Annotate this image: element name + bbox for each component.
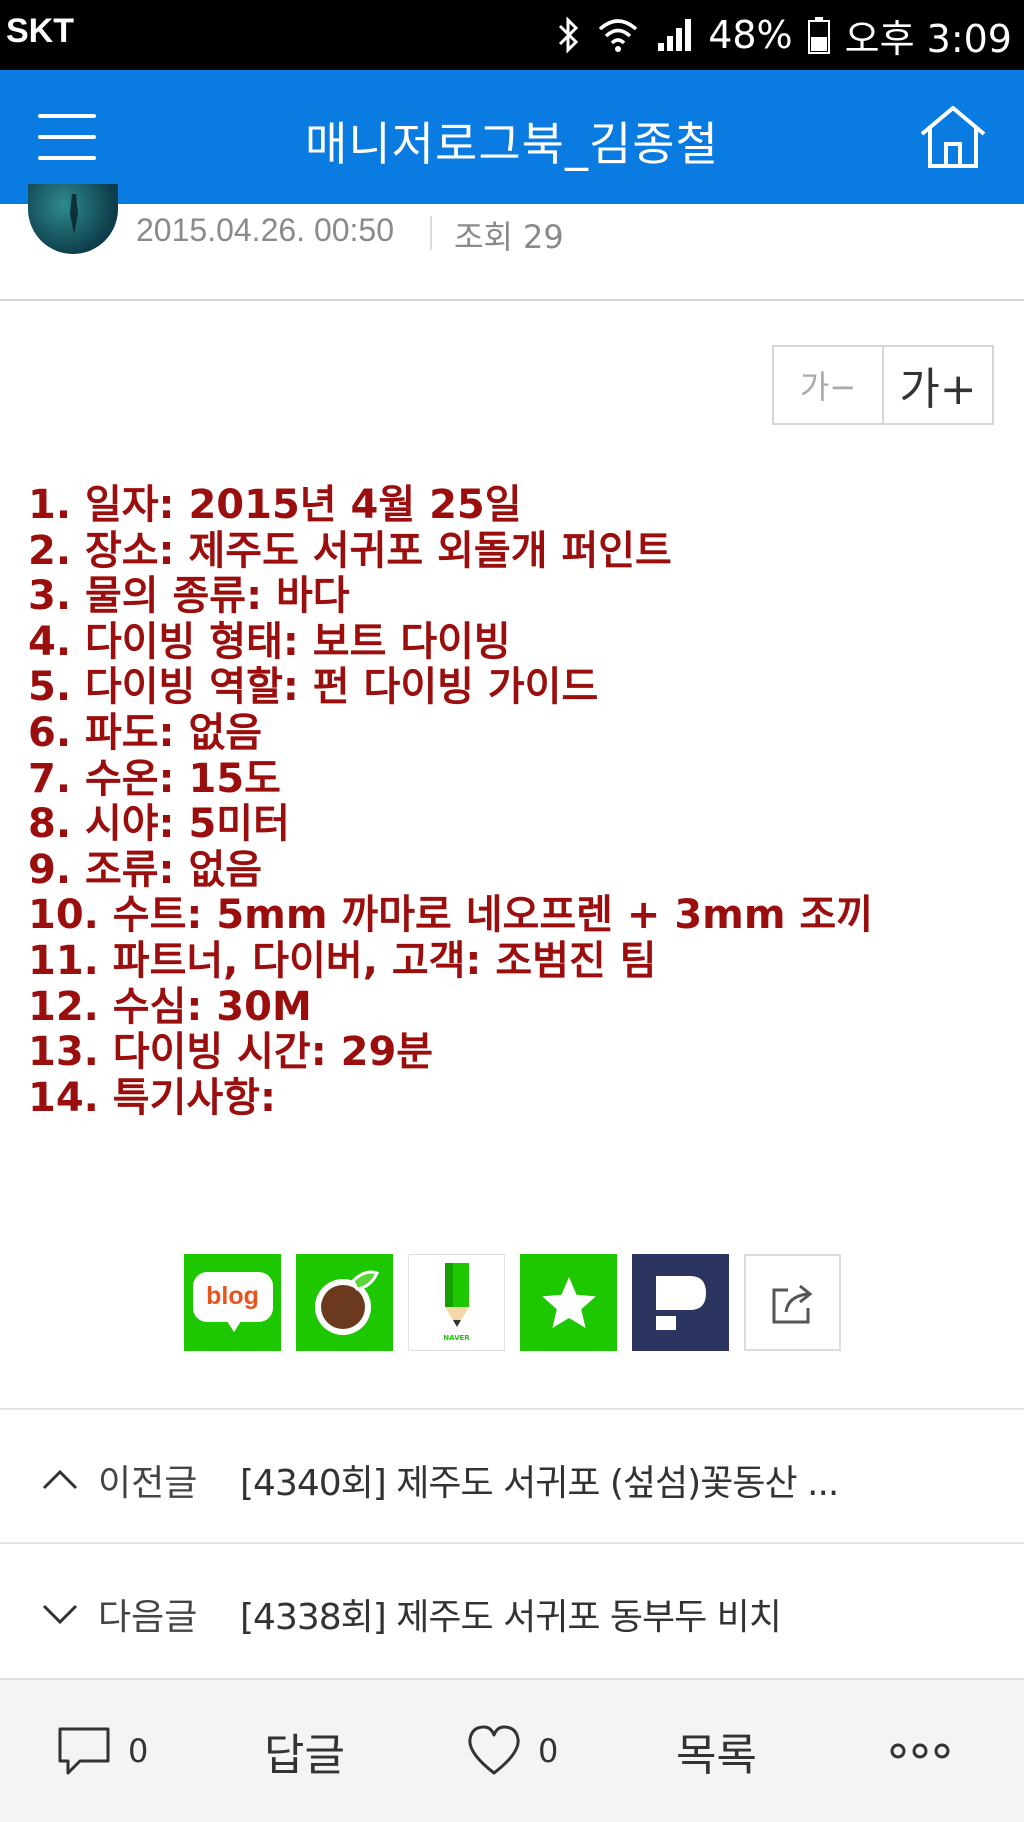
next-post-row[interactable]: 다음글 [4338회] 제주도 서귀포 동부두 비치	[0, 1542, 1024, 1680]
like-count: 0	[538, 1732, 559, 1770]
log-line: 13. 다이빙 시간: 29분	[28, 1029, 434, 1076]
share-bar: blog NAVER	[184, 1254, 841, 1351]
comment-icon	[58, 1727, 110, 1775]
next-post-title[interactable]: [4338회] 제주도 서귀포 동부두 비치	[240, 1588, 782, 1640]
prev-post-row[interactable]: 이전글 [4340회] 제주도 서귀포 (섶섬)꽃동산 ...	[0, 1408, 1024, 1544]
naver-post-icon	[655, 1275, 706, 1330]
list-button[interactable]: 목록	[676, 1680, 757, 1822]
post-meta: 2015.04.26. 00:50 조회 29	[0, 184, 1024, 301]
font-increase-button[interactable]: 가+	[884, 347, 992, 423]
share-bookmark-button[interactable]	[520, 1254, 617, 1351]
chevron-down-icon	[42, 1604, 78, 1625]
naver-label: NAVER	[443, 1334, 470, 1342]
star-icon	[541, 1276, 596, 1328]
log-line: 2. 장소: 제주도 서귀포 외돌개 퍼인트	[28, 527, 672, 574]
share-cafe-button[interactable]	[296, 1254, 393, 1351]
log-line: 8. 시야: 5미터	[28, 801, 290, 848]
log-line: 6. 파도: 없음	[28, 709, 263, 756]
more-dots-icon	[890, 1743, 950, 1759]
blog-icon: blog	[192, 1271, 273, 1334]
post-body: 1. 일자: 2015년 4월 25일 2. 장소: 제주도 서귀포 외돌개 퍼…	[28, 482, 1008, 1121]
log-line: 10. 수트: 5mm 까마로 네오프렌 + 3mm 조끼	[28, 892, 874, 939]
font-decrease-button[interactable]: 가−	[774, 347, 884, 423]
log-line: 1. 일자: 2015년 4월 25일	[28, 482, 522, 528]
wifi-icon	[599, 19, 638, 52]
author-avatar[interactable]	[28, 184, 118, 254]
log-line: 12. 수심: 30M	[28, 983, 312, 1030]
status-bar: SKT 48% 오후 3:09	[0, 0, 1024, 70]
pencil-icon	[444, 1262, 469, 1327]
battery-percent: 48%	[708, 13, 793, 57]
log-line: 4. 다이빙 형태: 보트 다이빙	[28, 618, 511, 665]
log-line: 5. 다이빙 역할: 펀 다이빙 가이드	[28, 664, 599, 711]
log-line: 9. 조류: 없음	[28, 846, 263, 893]
home-icon[interactable]	[916, 100, 990, 174]
reply-button[interactable]: 답글	[264, 1680, 345, 1822]
font-size-control: 가− 가+	[772, 345, 994, 425]
clock: 오후 3:09	[844, 16, 1012, 61]
view-count: 조회 29	[454, 218, 564, 256]
battery-icon	[807, 17, 830, 54]
log-line: 11. 파트너, 다이버, 고객: 조범진 팀	[28, 937, 657, 984]
blog-label: blog	[206, 1282, 259, 1310]
post-date: 2015.04.26. 00:50	[136, 212, 395, 248]
heart-icon	[468, 1725, 520, 1775]
share-memo-button[interactable]: NAVER	[408, 1254, 505, 1351]
share-out-icon	[772, 1284, 812, 1323]
comment-count: 0	[128, 1732, 149, 1770]
signal-icon	[658, 19, 692, 51]
cafe-cup-icon	[314, 1270, 379, 1335]
share-more-button[interactable]	[744, 1254, 841, 1351]
like-button[interactable]: 0	[464, 1680, 558, 1822]
next-post-label: 다음글	[98, 1597, 198, 1638]
meta-divider	[430, 216, 432, 250]
app-bar: 매니저로그북_김종철	[0, 70, 1024, 204]
share-post-button[interactable]	[632, 1254, 729, 1351]
reply-label: 답글	[264, 1730, 345, 1781]
prev-post-title[interactable]: [4340회] 제주도 서귀포 (섶섬)꽃동산 ...	[240, 1454, 839, 1506]
log-line: 14. 특기사항:	[28, 1074, 276, 1121]
chevron-up-icon	[42, 1469, 78, 1490]
comment-button[interactable]: 0	[54, 1680, 148, 1822]
bottom-action-bar: 0 답글 0 목록	[0, 1678, 1024, 1822]
bluetooth-icon	[559, 16, 579, 54]
diver-silhouette-icon	[70, 194, 78, 234]
share-blog-button[interactable]: blog	[184, 1254, 281, 1351]
carrier-name: SKT	[6, 12, 74, 50]
log-line: 7. 수온: 15도	[28, 755, 281, 802]
log-line: 3. 물의 종류: 바다	[28, 573, 350, 620]
more-options-button[interactable]	[890, 1680, 950, 1822]
cafe-title[interactable]: 매니저로그북_김종철	[0, 108, 1024, 174]
prev-post-label: 이전글	[98, 1463, 198, 1504]
list-label: 목록	[676, 1730, 757, 1781]
status-icons: 48% 오후 3:09	[554, 10, 1012, 61]
